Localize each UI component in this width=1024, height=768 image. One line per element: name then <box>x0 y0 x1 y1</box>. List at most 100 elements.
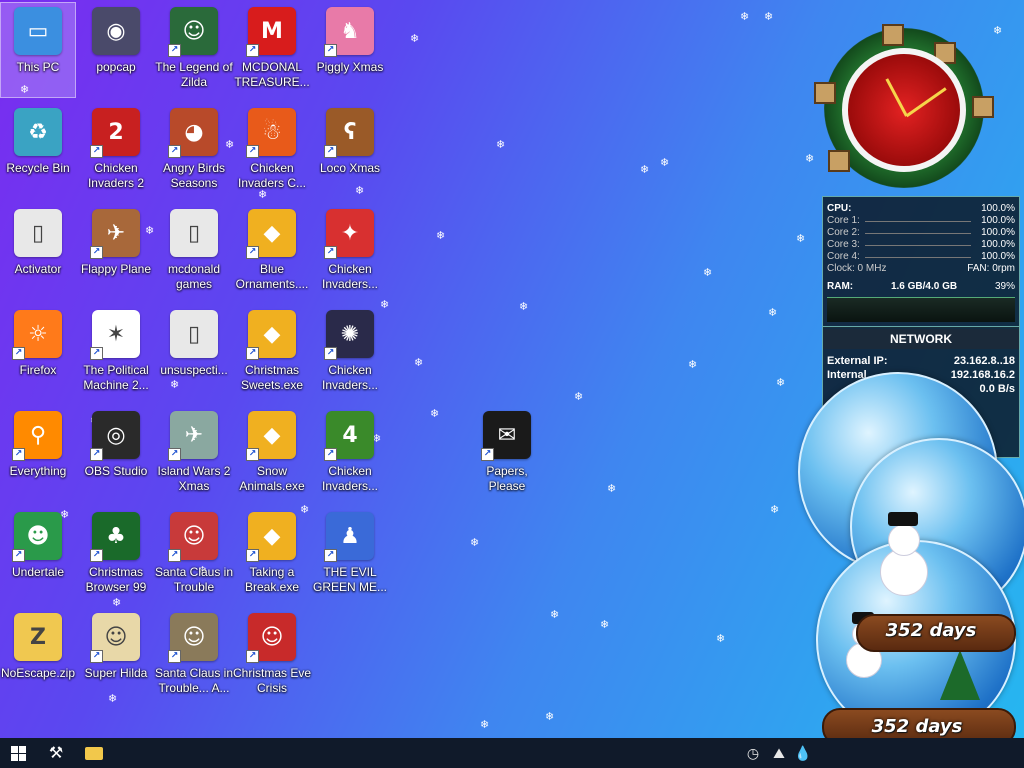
desktop-icon[interactable]: ♞ ↗ Piggly Xmas <box>312 2 388 98</box>
network-tray-icon: ⛰ <box>773 744 785 761</box>
desktop-icon[interactable]: ♣ ↗ Christmas Browser 99 <box>78 507 154 603</box>
snowflake-icon: ❄ <box>768 307 778 319</box>
shortcut-arrow-icon: ↗ <box>246 650 259 663</box>
sysmon-label: CPU: <box>827 203 852 214</box>
network-row: External IP: 23.162.8..18 <box>827 355 1015 369</box>
windows-start-icon <box>10 745 26 761</box>
shortcut-arrow-icon: ↗ <box>246 145 259 158</box>
shortcut-arrow-icon: ↗ <box>90 246 103 259</box>
icon-label: Papers, Please <box>486 464 528 493</box>
icon-label: Recycle Bin <box>6 161 70 175</box>
start-button[interactable] <box>0 738 36 768</box>
desktop-icon[interactable]: ▭ This PC <box>0 2 76 98</box>
desktop-icon[interactable]: 4 ↗ Chicken Invaders... <box>312 406 388 502</box>
icon-label: Chicken Invaders... <box>321 262 379 291</box>
desktop-icon[interactable]: ◆ ↗ Blue Ornaments.... <box>234 204 310 300</box>
sysmon-label: Core 2: <box>827 227 860 238</box>
desktop-icon[interactable]: ◆ ↗ Snow Animals.exe <box>234 406 310 502</box>
sysmon-value: 100.0% <box>981 239 1015 250</box>
desktop-icon[interactable]: ⚲ ↗ Everything <box>0 406 76 502</box>
house-decoration <box>972 96 994 118</box>
taskbar-tools-button[interactable]: ⚒ <box>38 738 74 768</box>
desktop-icon[interactable]: Z NoEscape.zip <box>0 608 76 704</box>
shortcut-arrow-icon: ↗ <box>90 145 103 158</box>
desktop-icon[interactable]: ◆ ↗ Taking a Break.exe <box>234 507 310 603</box>
desktop-icon[interactable]: ✈ ↗ Flappy Plane <box>78 204 154 300</box>
app-icon: ☺ ↗ <box>246 613 296 663</box>
desktop[interactable]: ❄❄❄❄❄❄❄❄❄❄❄❄❄❄❄❄❄❄❄❄❄❄❄❄❄❄❄❄❄❄❄❄❄❄❄❄❄❄❄❄… <box>0 0 1024 758</box>
sysmon-label: Core 4: <box>827 251 860 262</box>
tray-clock-button[interactable]: ◷ <box>742 738 764 768</box>
sysmon-label: Core 3: <box>827 239 860 250</box>
desktop-icon[interactable]: ☺ ↗ Christmas Eve Crisis <box>233 608 311 704</box>
system-monitor-gadget[interactable]: CPU: 100.0% Core 1: 100.0% Core 2: 100.0% Core… <box>822 196 1020 328</box>
taskbar-file-explorer-button[interactable] <box>76 738 112 768</box>
desktop-icon[interactable]: ✉ ↗ Papers, Please <box>469 406 545 502</box>
icon-label: mcdonald games <box>167 262 221 291</box>
desktop-icon[interactable]: ☻ ↗ Undertale <box>0 507 76 603</box>
core-usage-bar <box>865 257 971 258</box>
shortcut-arrow-icon: ↗ <box>324 448 337 461</box>
desktop-icon[interactable]: ☃ ↗ Chicken Invaders C... <box>234 103 310 199</box>
shortcut-arrow-icon: ↗ <box>168 448 181 461</box>
app-icon: ☺ ↗ <box>168 613 218 663</box>
desktop-icon[interactable]: ♻ Recycle Bin <box>0 103 76 199</box>
shortcut-arrow-icon: ↗ <box>324 347 337 360</box>
icon-label: Chicken Invaders 2 <box>87 161 145 190</box>
snowflake-icon: ❄ <box>703 267 713 279</box>
snowflake-icon: ❄ <box>410 33 420 45</box>
desktop-icon[interactable]: ʕ ↗ Loco Xmas <box>312 103 388 199</box>
desktop-icon[interactable]: ☺ ↗ Santa Claus in Trouble <box>155 507 233 603</box>
icon-label: Taking a Break.exe <box>244 565 300 594</box>
shortcut-arrow-icon: ↗ <box>90 650 103 663</box>
desktop-icon[interactable]: ◉ popcap <box>78 2 154 98</box>
desktop-icon[interactable]: ☺ ↗ Super Hilda <box>78 608 154 704</box>
app-icon: 2 ↗ <box>90 108 140 158</box>
desktop-icon[interactable]: ◎ ↗ OBS Studio <box>78 406 154 502</box>
app-icon: ✈ ↗ <box>168 411 218 461</box>
tray-drop-button[interactable]: 💧 <box>792 738 814 768</box>
desktop-icon[interactable]: ▯ unsuspecti... <box>156 305 232 401</box>
desktop-icon[interactable]: 2 ↗ Chicken Invaders 2 <box>78 103 154 199</box>
snowflake-icon: ❄ <box>574 391 584 403</box>
desktop-icon[interactable]: ✈ ↗ Island Wars 2 Xmas <box>156 406 232 502</box>
app-icon: ◉ <box>92 7 140 55</box>
desktop-icon[interactable]: ✶ ↗ The Political Machine 2... <box>78 305 154 401</box>
desktop-icon[interactable]: ✦ ↗ Chicken Invaders... <box>312 204 388 300</box>
clock-face <box>842 48 966 172</box>
desktop-icon[interactable]: ♟ ↗ THE EVIL GREEN ME... <box>312 507 388 603</box>
desktop-icon[interactable]: ☺ ↗ The Legend of Zilda <box>155 2 233 98</box>
shortcut-arrow-icon: ↗ <box>90 549 103 562</box>
desktop-icon[interactable]: ▯ Activator <box>0 204 76 300</box>
desktop-icon[interactable]: ☺ ↗ Santa Claus in Trouble... A... <box>155 608 233 704</box>
christmas-tree <box>940 650 980 700</box>
desktop-icon[interactable]: M ↗ MCDONAL TREASURE... <box>234 2 310 98</box>
shortcut-arrow-icon: ↗ <box>481 448 494 461</box>
shortcut-arrow-icon: ↗ <box>90 347 103 360</box>
shortcut-arrow-icon: ↗ <box>246 246 259 259</box>
snowflake-icon: ❄ <box>545 711 555 723</box>
app-icon: ☺ ↗ <box>90 613 140 663</box>
app-icon: ✈ ↗ <box>90 209 140 259</box>
snowflake-icon: ❄ <box>480 719 490 731</box>
icon-label: popcap <box>96 60 136 74</box>
desktop-icon[interactable]: ☼ ↗ Firefox <box>0 305 76 401</box>
app-icon: ◆ ↗ <box>246 209 296 259</box>
christmas-clock-gadget[interactable] <box>784 0 1020 200</box>
desktop-icon[interactable]: ◆ ↗ Christmas Sweets.exe <box>234 305 310 401</box>
app-icon: ✺ ↗ <box>324 310 374 360</box>
app-icon: ☃ ↗ <box>246 108 296 158</box>
snowflake-icon: ❄ <box>519 301 529 313</box>
shortcut-arrow-icon: ↗ <box>246 549 259 562</box>
app-icon: ◆ ↗ <box>246 411 296 461</box>
drop-tray-icon: 💧 <box>794 744 812 761</box>
desktop-icon[interactable]: ◕ ↗ Angry Birds Seasons <box>156 103 232 199</box>
icon-label: Christmas Browser 99 <box>85 565 147 594</box>
snowflake-icon: ❄ <box>496 139 506 151</box>
shortcut-arrow-icon: ↗ <box>168 650 181 663</box>
tray-network-button[interactable]: ⛰ <box>768 738 790 768</box>
desktop-icon[interactable]: ✺ ↗ Chicken Invaders... <box>312 305 388 401</box>
shortcut-arrow-icon: ↗ <box>168 44 181 57</box>
desktop-icon[interactable]: ▯ mcdonald games <box>156 204 232 300</box>
app-icon: ✉ ↗ <box>481 411 531 461</box>
